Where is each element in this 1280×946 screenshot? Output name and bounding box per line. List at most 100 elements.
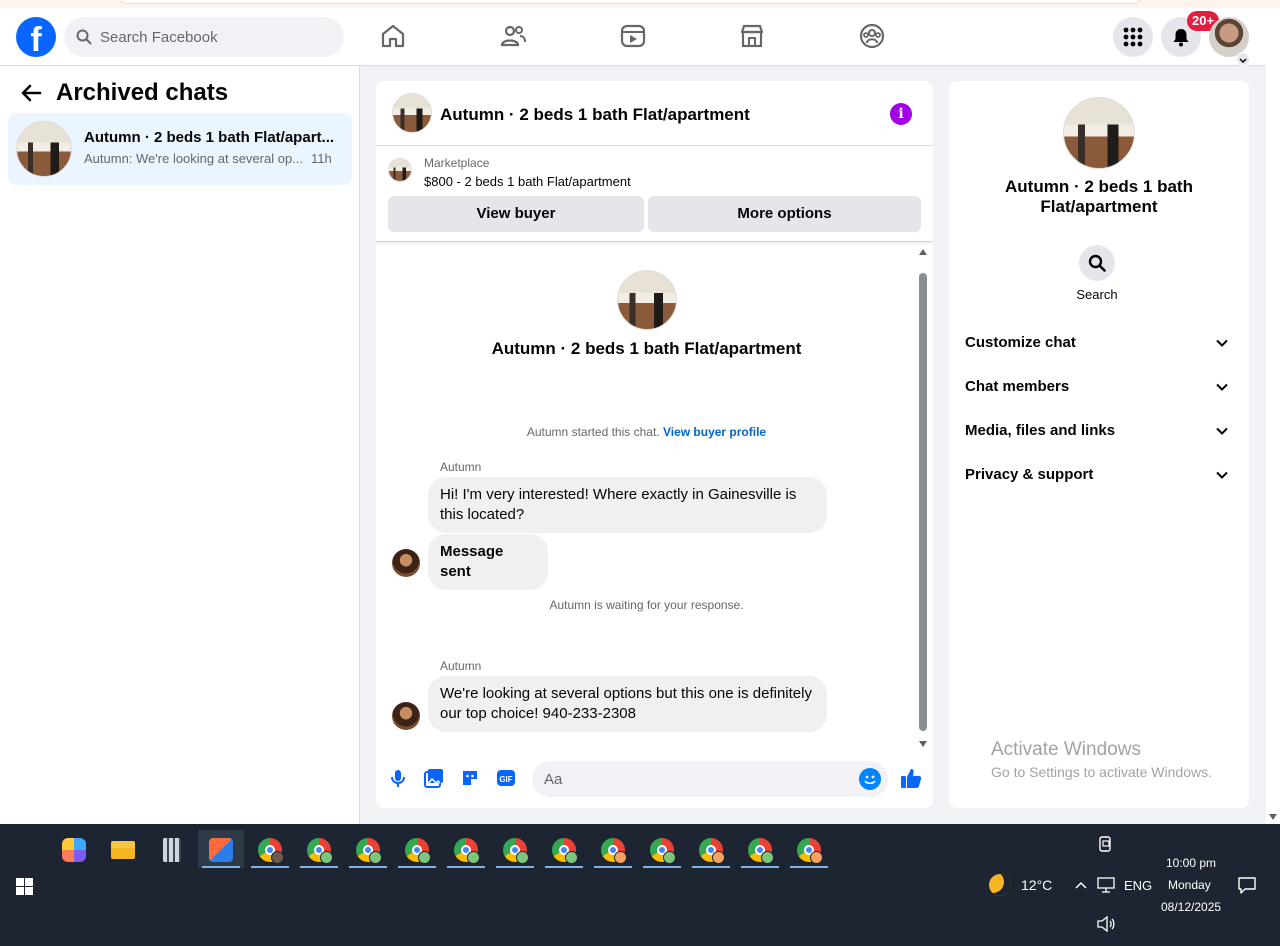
section-label: Customize chat [965, 334, 1076, 351]
chat-list-item[interactable]: Autumn · 2 beds 1 bath Flat/apart... Aut… [8, 113, 352, 185]
chrome-icon [797, 838, 823, 864]
network-icon[interactable] [1097, 877, 1115, 893]
chrome-taskbar-button[interactable] [590, 830, 636, 868]
account-chevron-icon[interactable] [1236, 52, 1250, 66]
search-input[interactable] [100, 17, 335, 57]
browser-top-strip [0, 0, 1280, 8]
chrome-taskbar-button[interactable] [345, 830, 391, 868]
copilot-icon [62, 838, 86, 862]
message-line: Hi! I'm very interested! Where exactly i… [440, 486, 797, 503]
chevron-down-icon [1216, 383, 1228, 391]
chrome-taskbar-button[interactable] [394, 830, 440, 868]
conversation-title[interactable]: Autumn · 2 beds 1 bath Flat/apartment [440, 105, 750, 125]
info-icon[interactable]: i [890, 103, 912, 125]
friends-icon[interactable] [499, 22, 527, 50]
calculator-taskbar-button[interactable] [149, 830, 195, 868]
message-sender: Autumn [440, 460, 482, 474]
clock-time[interactable]: 10:00 pm [1166, 856, 1216, 870]
emoji-icon[interactable] [859, 768, 881, 790]
chrome-icon [748, 838, 774, 864]
scroll-down-icon[interactable] [919, 741, 927, 747]
chrome-icon [552, 838, 578, 864]
chrome-taskbar-button[interactable] [247, 830, 293, 868]
intro-thumbnail [617, 270, 677, 330]
listing-price[interactable]: $800 - 2 beds 1 bath Flat/apartment [424, 174, 631, 189]
clock-day[interactable]: Monday [1168, 878, 1211, 892]
language-indicator[interactable]: ENG [1124, 878, 1152, 893]
message-bubble[interactable]: We're looking at several options but thi… [428, 676, 827, 732]
message-sent-bubble[interactable]: Message sent [428, 534, 548, 590]
chrome-taskbar-button[interactable] [688, 830, 734, 868]
chrome-icon [650, 838, 676, 864]
message-bubble[interactable]: Hi! I'm very interested! Where exactly i… [428, 477, 827, 533]
like-icon[interactable] [900, 767, 922, 789]
chrome-icon [356, 838, 382, 864]
bell-icon [1173, 29, 1189, 47]
customize-chat-section[interactable]: Customize chat [957, 321, 1241, 365]
chrome-icon [699, 838, 725, 864]
scroll-down-icon[interactable] [1269, 814, 1277, 820]
thread-scrollbar[interactable] [917, 243, 929, 751]
windows-start-icon[interactable] [16, 878, 33, 895]
sticker-icon[interactable] [460, 768, 480, 788]
meet-now-icon[interactable] [1099, 836, 1113, 852]
search-box[interactable] [64, 17, 344, 57]
chat-info-panel: Autumn · 2 beds 1 bath Flat/apartment Se… [949, 81, 1249, 808]
speaker-icon[interactable] [1097, 916, 1115, 932]
microphone-icon[interactable] [388, 768, 408, 788]
search-icon [1088, 254, 1106, 272]
sender-avatar[interactable] [392, 549, 420, 577]
scroll-up-icon[interactable] [919, 249, 927, 255]
chrome-taskbar-button[interactable] [296, 830, 342, 868]
message-input-wrap[interactable] [532, 761, 888, 797]
gif-icon[interactable]: GIF [496, 768, 516, 788]
menu-grid-button[interactable] [1113, 17, 1153, 57]
chrome-taskbar-button[interactable] [492, 830, 538, 868]
video-icon[interactable] [619, 22, 647, 50]
facebook-logo-icon[interactable]: f [16, 17, 56, 57]
snipping-tool-taskbar-button[interactable] [198, 830, 244, 868]
profile-avatar[interactable] [1209, 17, 1249, 57]
view-buyer-profile-link[interactable]: View buyer profile [663, 425, 766, 439]
chat-name: Autumn · 2 beds 1 bath Flat/apart... [84, 129, 335, 146]
chevron-up-icon[interactable] [1075, 880, 1087, 890]
copilot-taskbar-button[interactable] [51, 830, 97, 868]
chrome-icon [601, 838, 627, 864]
moon-weather-icon[interactable] [989, 874, 1011, 896]
more-options-button[interactable]: More options [648, 196, 921, 232]
snipping-tool-icon [209, 838, 233, 862]
groups-icon[interactable] [858, 22, 886, 50]
message-input[interactable] [544, 761, 844, 797]
chrome-taskbar-button[interactable] [639, 830, 685, 868]
chrome-taskbar-button[interactable] [541, 830, 587, 868]
section-label: Media, files and links [965, 422, 1116, 439]
intro-title: Autumn · 2 beds 1 bath Flat/apartment [491, 339, 802, 358]
scrollbar-thumb[interactable] [919, 273, 927, 731]
browser-address-bar-edge [120, 0, 1140, 4]
notification-center-icon[interactable] [1238, 877, 1256, 894]
section-label: Chat members [965, 378, 1070, 395]
chrome-taskbar-button[interactable] [786, 830, 832, 868]
sender-avatar[interactable] [392, 702, 420, 730]
marketplace-icon[interactable] [738, 22, 766, 50]
message-composer: GIF [376, 753, 933, 808]
back-arrow-icon[interactable] [20, 84, 42, 102]
weather-temp[interactable]: 12°C [1021, 877, 1052, 893]
home-icon[interactable] [379, 22, 407, 50]
clock-date[interactable]: 08/12/2025 [1161, 900, 1221, 914]
file-explorer-taskbar-button[interactable] [100, 830, 146, 868]
conversation-header: Autumn · 2 beds 1 bath Flat/apartment i [376, 81, 933, 146]
chrome-taskbar-button[interactable] [443, 830, 489, 868]
search-in-chat-button[interactable] [1079, 245, 1115, 281]
activate-windows-subtitle: Go to Settings to activate Windows. [991, 764, 1212, 780]
photo-icon[interactable] [424, 768, 444, 788]
chrome-icon [503, 838, 529, 864]
privacy-support-section[interactable]: Privacy & support [957, 453, 1241, 497]
media-files-links-section[interactable]: Media, files and links [957, 409, 1241, 453]
view-buyer-button[interactable]: View buyer [388, 196, 644, 232]
page-scrollbar[interactable] [1266, 8, 1280, 824]
chat-members-section[interactable]: Chat members [957, 365, 1241, 409]
conversation-thumbnail[interactable] [392, 93, 432, 133]
chrome-taskbar-button[interactable] [737, 830, 783, 868]
waiting-notice: Autumn is waiting for your response. [549, 598, 744, 612]
